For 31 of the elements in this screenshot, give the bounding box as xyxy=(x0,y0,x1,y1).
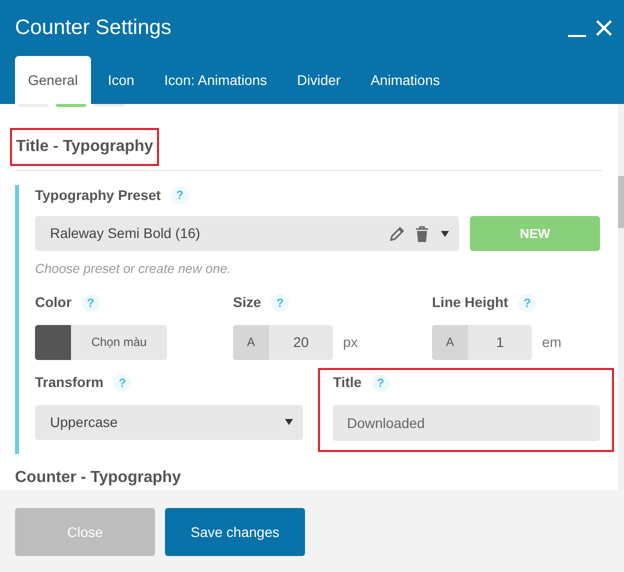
scrollbar-thumb[interactable] xyxy=(618,176,624,228)
tab[interactable]: General xyxy=(15,56,91,104)
field-label: Line Height xyxy=(432,293,508,312)
number-field[interactable]: A 1 xyxy=(432,324,532,360)
dropdown-caret-icon[interactable] xyxy=(285,419,293,425)
pencil-icon[interactable] xyxy=(389,226,405,242)
tab[interactable]: Divider xyxy=(284,56,354,104)
field-label: Typography Preset xyxy=(35,186,161,205)
title-input[interactable]: Downloaded xyxy=(333,404,600,440)
trash-icon[interactable] xyxy=(415,226,429,242)
field-label: Color xyxy=(35,293,72,312)
tab[interactable]: Animations xyxy=(358,56,453,104)
section-heading: Title - Typography xyxy=(10,128,160,166)
field-label: Title xyxy=(333,373,362,392)
hint-text: Choose preset or create new one. xyxy=(35,260,232,278)
save-button[interactable]: Save changes xyxy=(165,508,305,556)
unit-label: px xyxy=(343,332,358,352)
tab[interactable]: Icon: Animations xyxy=(151,56,280,104)
field-label: Size xyxy=(233,293,262,312)
color-picker[interactable]: Chọn màu xyxy=(35,324,167,360)
section-heading: Counter - Typography xyxy=(15,468,182,488)
transform-select[interactable]: Uppercase xyxy=(35,404,303,440)
dropdown-caret-icon[interactable] xyxy=(441,230,449,236)
unit-label: em xyxy=(542,332,562,352)
field-label: Transform xyxy=(35,373,104,392)
window-title: Counter Settings xyxy=(15,15,172,42)
close-icon[interactable] xyxy=(596,20,612,36)
tab[interactable]: Icon xyxy=(94,56,148,104)
number-field[interactable]: A 20 xyxy=(233,324,333,360)
preset-select[interactable]: Raleway Semi Bold (16) xyxy=(35,216,459,251)
color-swatch xyxy=(35,324,71,360)
